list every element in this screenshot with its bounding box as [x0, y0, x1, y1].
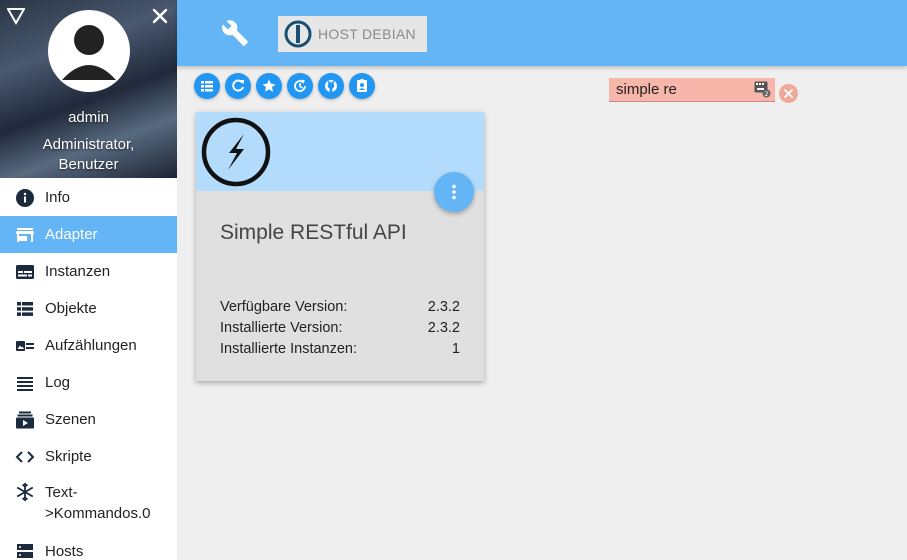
- wrench-icon[interactable]: [221, 19, 249, 47]
- username: admin: [68, 109, 109, 126]
- more-vertical-icon: [452, 184, 456, 200]
- sidebar-item-szenen[interactable]: Szenen: [0, 401, 177, 438]
- snowflake-icon: [15, 482, 35, 502]
- user-profile: admin Administrator, Benutzer: [0, 0, 177, 178]
- close-icon: [784, 89, 793, 98]
- top-bar: HOST DEBIAN: [177, 0, 907, 66]
- instances-icon: [15, 262, 35, 282]
- info-row-available-version: Verfügbare Version: 2.3.2: [220, 299, 460, 315]
- iobroker-logo-icon: [284, 20, 312, 48]
- update-button[interactable]: [287, 73, 313, 99]
- filter-count-icon: 2: [754, 81, 771, 98]
- sidebar-nav: Info Adapter Instanzen Objekte Aufzählun…: [0, 179, 177, 560]
- list-view-icon: [201, 81, 213, 92]
- refresh-icon: [232, 79, 244, 92]
- sidebar-item-instanzen[interactable]: Instanzen: [0, 253, 177, 290]
- github-icon: [325, 80, 337, 92]
- info-row-installed-version: Installierte Version: 2.3.2: [220, 320, 460, 336]
- info-row-installed-instances: Installierte Instanzen: 1: [220, 341, 460, 357]
- enum-icon: [15, 336, 35, 356]
- contact-icon: [357, 79, 367, 92]
- list-icon: [15, 299, 35, 319]
- code-icon: [15, 447, 35, 467]
- adapter-toolbar: [194, 73, 375, 99]
- sidebar: admin Administrator, Benutzer Info Adapt…: [0, 0, 177, 560]
- scenes-icon: [15, 410, 35, 430]
- store-icon: [15, 225, 35, 245]
- user-icon: [62, 25, 116, 80]
- adapter-card: Simple RESTful API Verfügbare Version: 2…: [196, 112, 484, 381]
- github-button[interactable]: [318, 73, 344, 99]
- info-icon: [15, 188, 35, 208]
- sidebar-item-text-kommandos[interactable]: Text- >Kommandos.0: [0, 475, 177, 533]
- sidebar-item-info[interactable]: Info: [0, 179, 177, 216]
- adapter-card-menu-button[interactable]: [434, 172, 474, 212]
- list-view-button[interactable]: [194, 73, 220, 99]
- host-label: HOST DEBIAN: [318, 26, 416, 42]
- user-role-2: Benutzer: [58, 156, 119, 173]
- close-icon[interactable]: [150, 6, 170, 26]
- adapter-title: Simple RESTful API: [220, 221, 407, 244]
- user-role-1: Administrator,: [42, 136, 135, 153]
- sidebar-item-skripte[interactable]: Skripte: [0, 438, 177, 475]
- menu-triangle-icon[interactable]: [7, 7, 25, 25]
- refresh-button[interactable]: [225, 73, 251, 99]
- contact-button[interactable]: [349, 73, 375, 99]
- sidebar-item-aufzaehlungen[interactable]: Aufzählungen: [0, 327, 177, 364]
- search-input[interactable]: simple re 2: [609, 78, 775, 102]
- avatar[interactable]: [48, 10, 130, 92]
- host-selector-button[interactable]: HOST DEBIAN: [278, 16, 427, 52]
- rest-api-logo-icon: [201, 117, 271, 187]
- search-value: simple re: [616, 81, 677, 98]
- update-icon: [294, 79, 306, 92]
- sidebar-item-log[interactable]: Log: [0, 364, 177, 401]
- sidebar-item-adapter[interactable]: Adapter: [0, 216, 177, 253]
- hosts-icon: [15, 542, 35, 560]
- svg-text:2: 2: [765, 91, 769, 98]
- clear-search-button[interactable]: [779, 84, 798, 103]
- star-icon: [262, 79, 276, 92]
- log-icon: [15, 373, 35, 393]
- favorites-button[interactable]: [256, 73, 282, 99]
- sidebar-item-hosts[interactable]: Hosts: [0, 533, 177, 560]
- sidebar-item-objekte[interactable]: Objekte: [0, 290, 177, 327]
